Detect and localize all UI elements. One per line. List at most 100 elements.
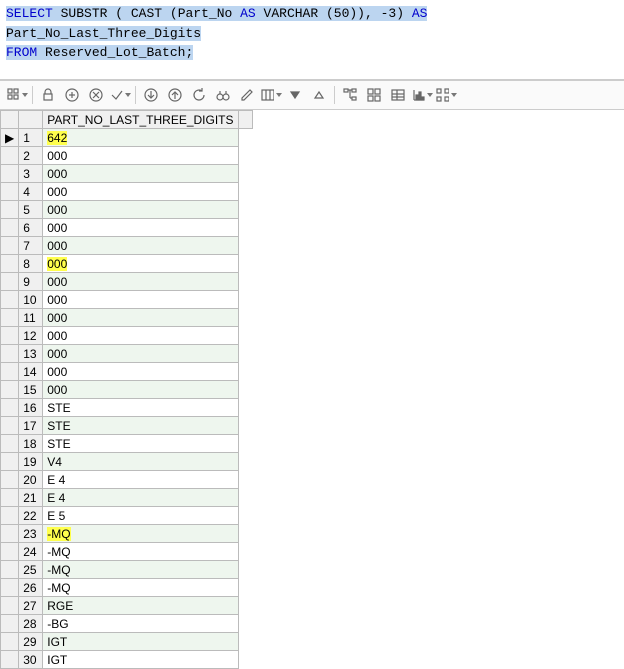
data-cell[interactable]: -MQ [43,561,238,579]
data-cell[interactable]: 000 [43,381,238,399]
download-button[interactable] [140,84,162,106]
data-cell[interactable]: RGE [43,597,238,615]
row-indicator[interactable] [1,417,19,435]
row-indicator[interactable] [1,651,19,669]
row-indicator[interactable] [1,435,19,453]
row-number[interactable]: 5 [19,201,43,219]
results-grid[interactable]: PART_NO_LAST_THREE_DIGITS ▶1642200030004… [0,110,253,669]
row-number[interactable]: 24 [19,543,43,561]
row-number[interactable]: 21 [19,489,43,507]
row-number[interactable]: 23 [19,525,43,543]
data-cell[interactable]: IGT [43,651,238,669]
row-number[interactable]: 20 [19,471,43,489]
data-cell[interactable]: 000 [43,309,238,327]
row-number[interactable]: 12 [19,327,43,345]
row-indicator[interactable] [1,489,19,507]
row-number[interactable]: 13 [19,345,43,363]
data-cell[interactable]: -BG [43,615,238,633]
row-number[interactable]: 15 [19,381,43,399]
row-number[interactable]: 19 [19,453,43,471]
column-header[interactable]: PART_NO_LAST_THREE_DIGITS [43,111,238,129]
data-cell[interactable]: 642 [43,129,238,147]
edit-button[interactable] [236,84,258,106]
row-number[interactable]: 18 [19,435,43,453]
select-mode-button[interactable] [6,84,28,106]
row-number[interactable]: 8 [19,255,43,273]
find-button[interactable] [212,84,234,106]
lock-button[interactable] [37,84,59,106]
remove-button[interactable] [85,84,107,106]
row-indicator[interactable] [1,147,19,165]
data-cell[interactable]: 000 [43,237,238,255]
data-cell[interactable]: V4 [43,453,238,471]
table-button[interactable] [387,84,409,106]
row-number[interactable]: 10 [19,291,43,309]
tree-button[interactable] [339,84,361,106]
layout-button[interactable] [435,84,457,106]
add-button[interactable] [61,84,83,106]
data-cell[interactable]: 000 [43,363,238,381]
row-indicator[interactable] [1,327,19,345]
row-indicator[interactable] [1,597,19,615]
upload-button[interactable] [164,84,186,106]
row-number[interactable]: 30 [19,651,43,669]
data-cell[interactable]: 000 [43,345,238,363]
row-indicator[interactable] [1,471,19,489]
row-number[interactable]: 25 [19,561,43,579]
row-indicator[interactable] [1,345,19,363]
sql-editor[interactable]: SELECT SUBSTR ( CAST (Part_No AS VARCHAR… [0,0,624,80]
row-indicator[interactable] [1,291,19,309]
row-indicator[interactable] [1,543,19,561]
data-cell[interactable]: E 4 [43,489,238,507]
data-cell[interactable]: E 5 [43,507,238,525]
data-cell[interactable]: 000 [43,219,238,237]
row-indicator[interactable] [1,579,19,597]
row-number[interactable]: 3 [19,165,43,183]
check-button[interactable] [109,84,131,106]
data-cell[interactable]: 000 [43,255,238,273]
data-cell[interactable]: 000 [43,183,238,201]
row-number[interactable]: 6 [19,219,43,237]
data-cell[interactable]: 000 [43,147,238,165]
row-number[interactable]: 9 [19,273,43,291]
chart-button[interactable] [411,84,433,106]
row-number[interactable]: 2 [19,147,43,165]
row-indicator[interactable] [1,237,19,255]
data-cell[interactable]: -MQ [43,525,238,543]
row-number[interactable]: 17 [19,417,43,435]
row-indicator[interactable] [1,201,19,219]
data-cell[interactable]: E 4 [43,471,238,489]
data-cell[interactable]: -MQ [43,543,238,561]
row-indicator[interactable] [1,453,19,471]
row-indicator[interactable]: ▶ [1,129,19,147]
data-cell[interactable]: 000 [43,165,238,183]
row-indicator[interactable] [1,615,19,633]
row-indicator[interactable] [1,363,19,381]
group-button[interactable] [363,84,385,106]
refresh-button[interactable] [188,84,210,106]
row-number[interactable]: 1 [19,129,43,147]
columns-button[interactable] [260,84,282,106]
data-cell[interactable]: 000 [43,273,238,291]
row-number[interactable]: 26 [19,579,43,597]
data-cell[interactable]: STE [43,399,238,417]
data-cell[interactable]: -MQ [43,579,238,597]
row-number[interactable]: 11 [19,309,43,327]
data-cell[interactable]: 000 [43,291,238,309]
row-number[interactable]: 16 [19,399,43,417]
filter-up-button[interactable] [308,84,330,106]
data-cell[interactable]: IGT [43,633,238,651]
row-number[interactable]: 22 [19,507,43,525]
row-number[interactable]: 28 [19,615,43,633]
row-indicator[interactable] [1,309,19,327]
row-number[interactable]: 7 [19,237,43,255]
row-indicator[interactable] [1,183,19,201]
row-indicator[interactable] [1,561,19,579]
row-number[interactable]: 4 [19,183,43,201]
row-number[interactable]: 27 [19,597,43,615]
data-cell[interactable]: 000 [43,327,238,345]
data-cell[interactable]: STE [43,435,238,453]
row-indicator[interactable] [1,381,19,399]
column-header-extra[interactable] [238,111,252,129]
row-indicator[interactable] [1,165,19,183]
